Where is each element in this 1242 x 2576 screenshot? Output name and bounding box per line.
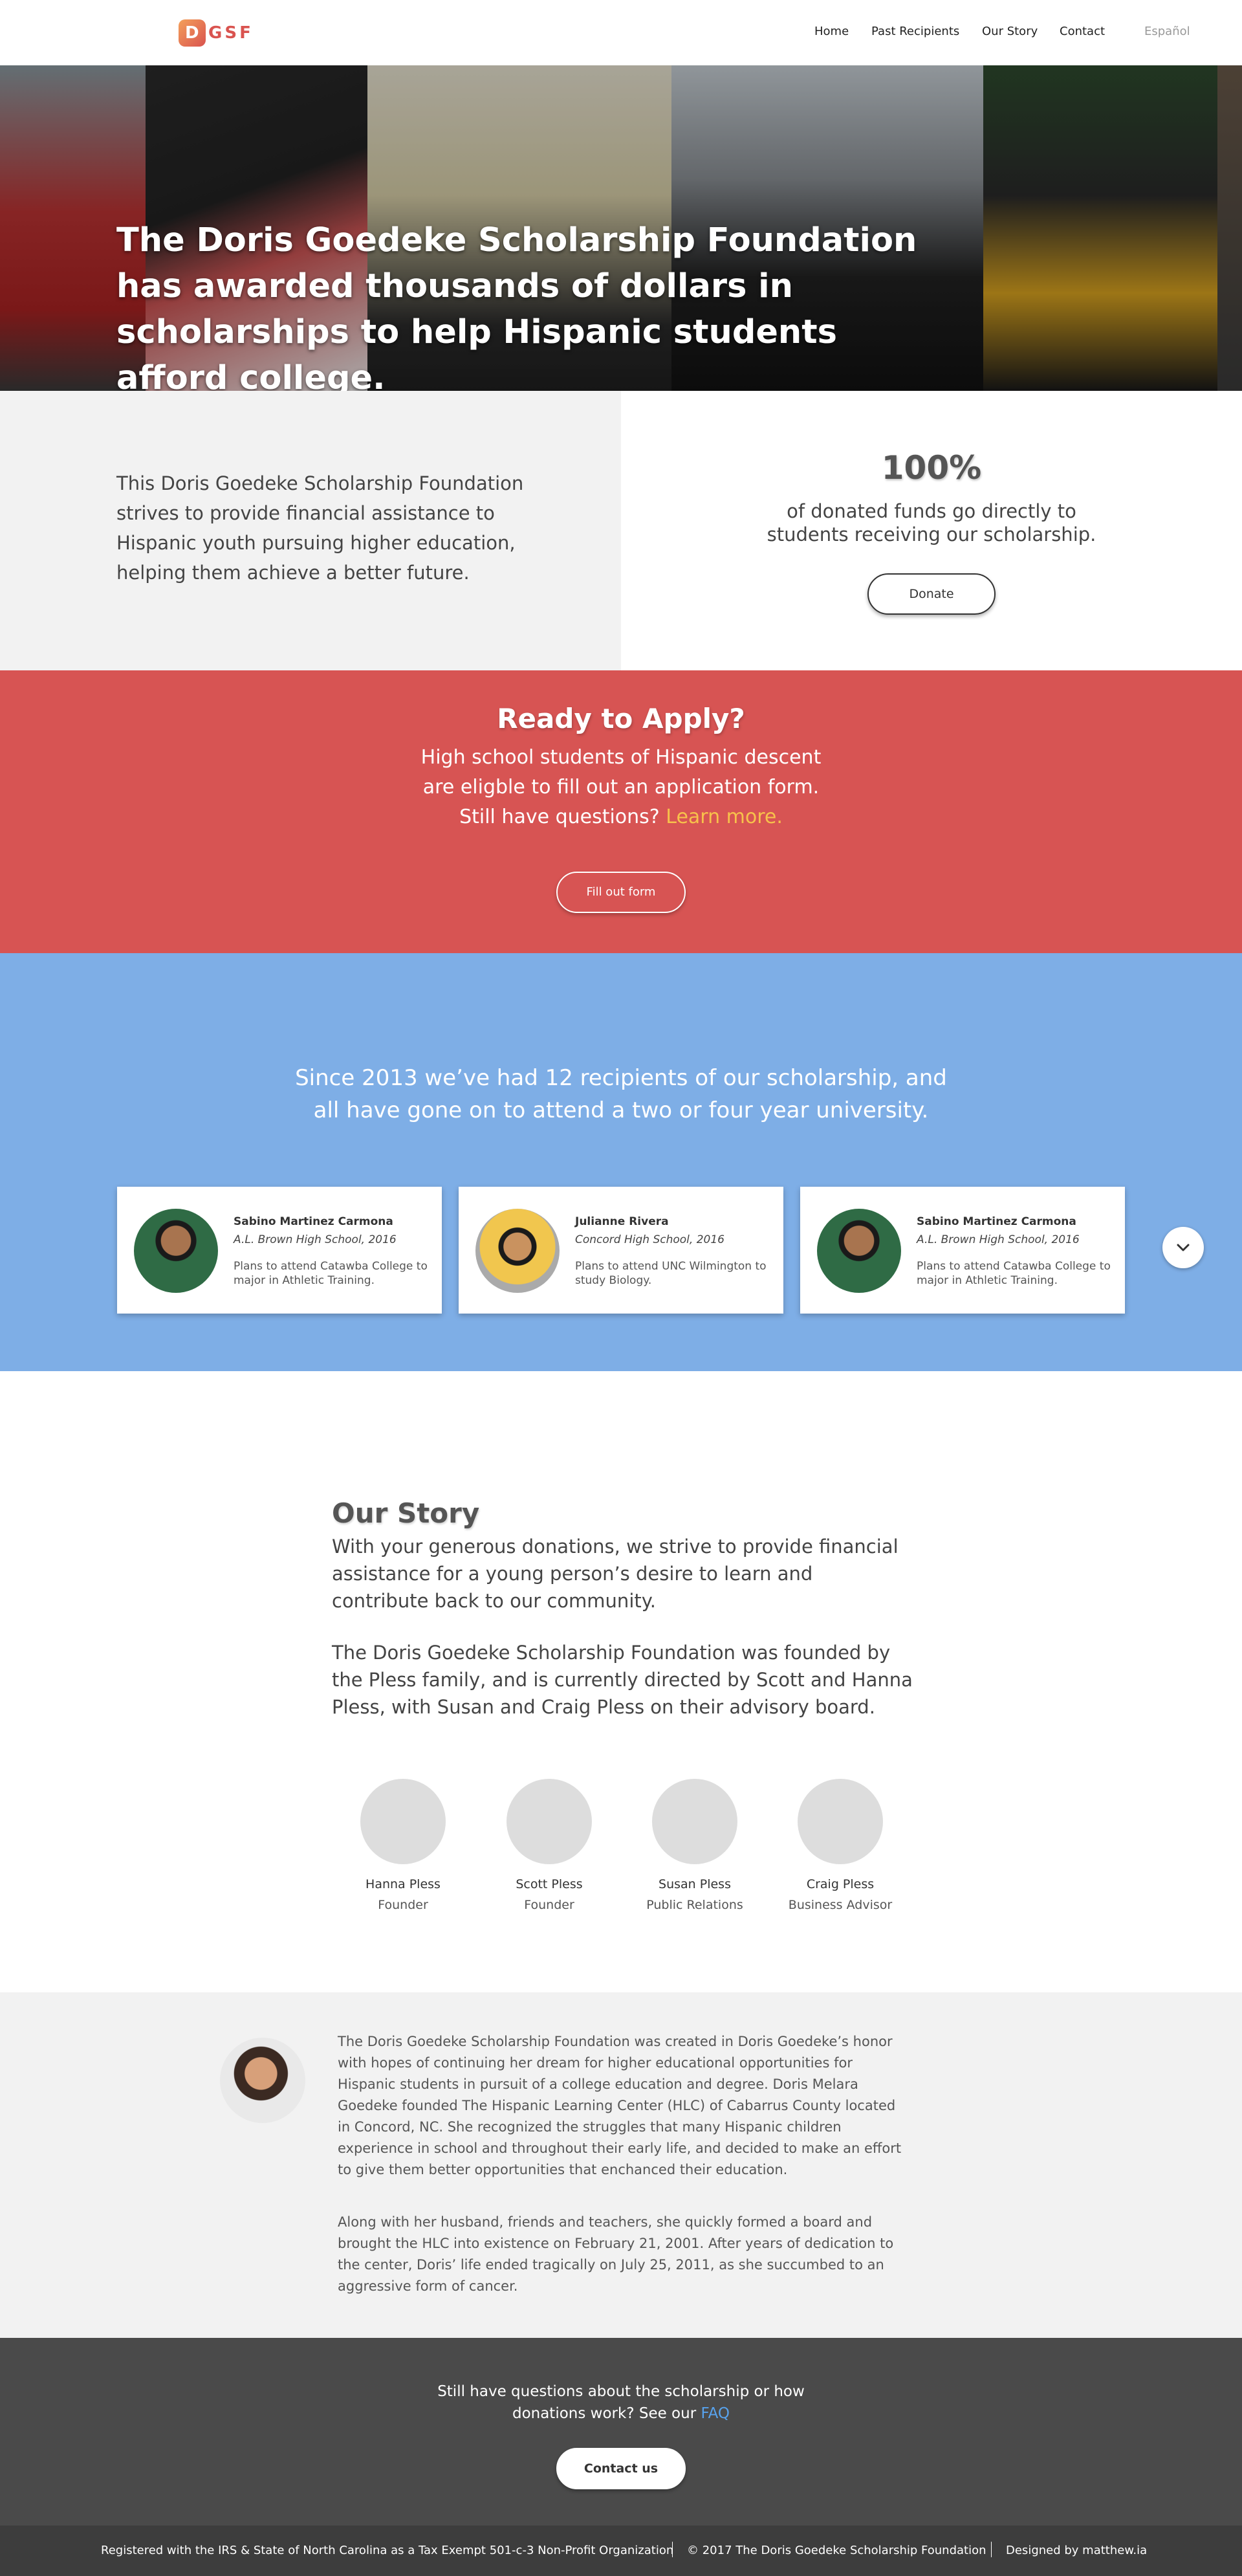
mission-statement-panel: This Doris Goedeke Scholarship Foundatio… — [0, 391, 621, 670]
nav-contact[interactable]: Contact — [1060, 25, 1105, 38]
recipient-plan: Plans to attend Catawba College to major… — [234, 1260, 428, 1287]
mission-section: This Doris Goedeke Scholarship Foundatio… — [0, 391, 1242, 670]
team-member: Craig Pless Business Advisor — [776, 1779, 905, 1912]
top-nav: D GSF Home Past Recipients Our Story Con… — [0, 0, 1242, 65]
hero-banner: The Doris Goedeke Scholarship Foundation… — [0, 65, 1242, 391]
learn-more-link[interactable]: Learn more. — [666, 806, 783, 828]
nav-home[interactable]: Home — [814, 25, 849, 38]
nav-past-recipients[interactable]: Past Recipients — [871, 25, 959, 38]
doris-portrait — [220, 2038, 305, 2123]
site-logo[interactable]: D GSF — [179, 19, 254, 47]
logo-mark-icon: D — [179, 19, 206, 47]
donation-panel: 100% of donated funds go directly to stu… — [621, 391, 1242, 670]
member-role: Founder — [378, 1898, 428, 1912]
recipient-card[interactable]: Julianne Rivera Concord High School, 201… — [459, 1187, 783, 1314]
donate-button[interactable]: Donate — [867, 573, 996, 615]
footer-divider — [991, 2542, 992, 2557]
footer-designer-link[interactable]: Designed by matthew.ia — [1006, 2544, 1147, 2557]
fill-out-form-button[interactable]: Fill out form — [556, 872, 686, 913]
member-role: Public Relations — [646, 1898, 743, 1912]
apply-title: Ready to Apply? — [497, 703, 745, 734]
footer: Registered with the IRS & State of North… — [0, 2526, 1242, 2576]
nav-our-story[interactable]: Our Story — [982, 25, 1038, 38]
member-name: Craig Pless — [806, 1877, 875, 1891]
our-story-section: Our Story With your generous donations, … — [0, 1371, 1242, 1992]
recipient-name: Julianne Rivera — [575, 1215, 669, 1228]
hero-headline: The Doris Goedeke Scholarship Foundation… — [116, 221, 917, 391]
recipient-school: A.L. Brown High School, 2016 — [234, 1233, 397, 1246]
recipients-section: Since 2013 we’ve had 12 recipients of ou… — [0, 953, 1242, 1371]
recipient-plan: Plans to attend Catawba College to major… — [917, 1260, 1111, 1287]
member-role: Founder — [524, 1898, 574, 1912]
member-avatar — [798, 1779, 883, 1864]
history-paragraph: The Doris Goedeke Scholarship Foundation… — [338, 2034, 902, 2177]
chevron-down-icon — [1174, 1238, 1192, 1257]
apply-text: High school students of Hispanic descent… — [420, 746, 822, 828]
recipient-card[interactable]: Sabino Martinez Carmona A.L. Brown High … — [117, 1187, 442, 1314]
history-paragraph: Along with her husband, friends and teac… — [338, 2214, 894, 2294]
footer-copyright: © 2017 The Doris Goedeke Scholarship Fou… — [687, 2544, 986, 2557]
member-avatar — [360, 1779, 446, 1864]
footer-divider — [672, 2542, 673, 2557]
recipient-plan: Plans to attend UNC Wilmington to study … — [575, 1260, 767, 1287]
story-paragraph: With your generous donations, we strive … — [332, 1536, 899, 1612]
contact-us-button[interactable]: Contact us — [556, 2448, 686, 2489]
faq-link[interactable]: FAQ — [701, 2405, 730, 2422]
recipients-heading: Since 2013 we’ve had 12 recipients of ou… — [295, 1065, 947, 1123]
member-name: Susan Pless — [659, 1877, 731, 1891]
member-name: Scott Pless — [516, 1877, 583, 1891]
donation-percent-text: of donated funds go directly to students… — [767, 500, 1096, 545]
member-avatar — [652, 1779, 737, 1864]
story-title: Our Story — [332, 1497, 480, 1529]
donation-percent: 100% — [881, 449, 982, 487]
member-avatar — [507, 1779, 592, 1864]
team-member: Hanna Pless Founder — [338, 1779, 468, 1912]
history-section: The Doris Goedeke Scholarship Foundation… — [0, 1992, 1242, 2338]
member-role: Business Advisor — [788, 1898, 893, 1912]
story-paragraph: The Doris Goedeke Scholarship Foundation… — [332, 1642, 913, 1718]
contact-cta-section: Still have questions about the scholarsh… — [0, 2338, 1242, 2526]
footer-registration: Registered with the IRS & State of North… — [101, 2544, 674, 2557]
recipient-photo — [475, 1209, 560, 1293]
logo-text: GSF — [208, 23, 254, 43]
apply-section: Ready to Apply? High school students of … — [0, 670, 1242, 953]
recipient-card[interactable]: Sabino Martinez Carmona A.L. Brown High … — [800, 1187, 1125, 1314]
team-member: Scott Pless Founder — [485, 1779, 614, 1912]
next-recipients-button[interactable] — [1162, 1227, 1204, 1268]
recipient-photo — [134, 1209, 218, 1293]
recipient-name: Sabino Martinez Carmona — [917, 1215, 1076, 1228]
cta-text: Still have questions about the scholarsh… — [437, 2383, 805, 2422]
mission-text: This Doris Goedeke Scholarship Foundatio… — [116, 472, 524, 584]
recipient-school: A.L. Brown High School, 2016 — [917, 1233, 1080, 1246]
team-member: Susan Pless Public Relations — [630, 1779, 759, 1912]
recipient-name: Sabino Martinez Carmona — [234, 1215, 393, 1228]
recipient-school: Concord High School, 2016 — [575, 1233, 724, 1246]
recipient-photo — [817, 1209, 901, 1293]
member-name: Hanna Pless — [365, 1877, 441, 1891]
nav-language-toggle[interactable]: Español — [1144, 25, 1190, 38]
